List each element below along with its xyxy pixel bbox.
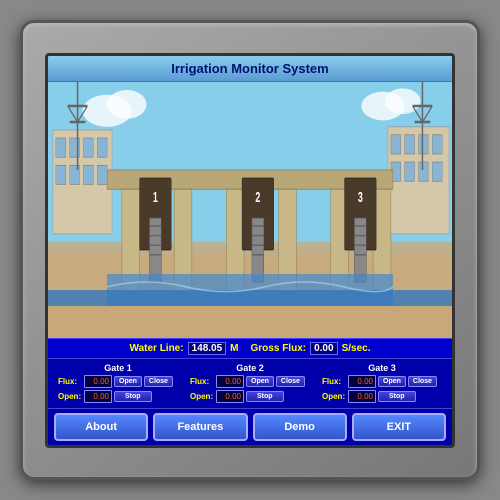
gate-2-panel: Gate 2 Flux: 0.00 Open Close Open: 0.00 … (190, 363, 310, 405)
gate-3-open-value: 0.00 (348, 390, 376, 403)
gate-2-open-row: Open: 0.00 Stop (190, 390, 284, 403)
gate-3-close-btn[interactable]: Close (408, 376, 437, 387)
gate-3-open-btn[interactable]: Open (378, 376, 406, 387)
svg-text:2: 2 (255, 188, 260, 205)
gate-3-title: Gate 3 (322, 363, 442, 373)
water-info-bar: Water Line: 148.05 M Gross Flux: 0.00 S/… (48, 338, 452, 358)
gate-2-open-btn[interactable]: Open (246, 376, 274, 387)
gate-2-flux-row: Flux: 0.00 Open Close (190, 375, 305, 388)
gate-1-title: Gate 1 (58, 363, 178, 373)
screen: Irrigation Monitor System (45, 53, 455, 448)
gross-flux-value: 0.00 (310, 342, 337, 355)
device-frame: Irrigation Monitor System (20, 20, 480, 480)
gross-flux-unit: S/sec. (342, 343, 371, 354)
gate-3-open-row: Open: 0.00 Stop (322, 390, 416, 403)
gate-3-flux-value: 0.00 (348, 375, 376, 388)
svg-text:1: 1 (153, 188, 158, 205)
gate-1-close-btn[interactable]: Close (144, 376, 173, 387)
about-button[interactable]: About (54, 413, 148, 441)
gate-1-open-btn[interactable]: Open (114, 376, 142, 387)
gate-2-close-btn[interactable]: Close (276, 376, 305, 387)
gate-2-stop-btn[interactable]: Stop (246, 391, 284, 402)
gate-2-title: Gate 2 (190, 363, 310, 373)
gate-1-open-label: Open: (58, 392, 82, 401)
gate-3-stop-btn[interactable]: Stop (378, 391, 416, 402)
gate-1-flux-value: 0.00 (84, 375, 112, 388)
app-title: Irrigation Monitor System (171, 61, 328, 76)
water-line-unit: M (230, 343, 238, 354)
gate-2-flux-value: 0.00 (216, 375, 244, 388)
gate-1-flux-row: Flux: 0.00 Open Close (58, 375, 173, 388)
gate-2-open-value: 0.00 (216, 390, 244, 403)
water-line-value: 148.05 (188, 342, 227, 355)
gate-3-panel: Gate 3 Flux: 0.00 Open Close Open: 0.00 … (322, 363, 442, 405)
water-line-label: Water Line: (130, 343, 184, 354)
gate-2-open-label: Open: (190, 392, 214, 401)
illustration-area: 1 2 3 (48, 82, 452, 338)
features-button[interactable]: Features (153, 413, 247, 441)
svg-text:3: 3 (358, 188, 363, 205)
gate-2-flux-label: Flux: (190, 377, 214, 386)
gate-3-flux-label: Flux: (322, 377, 346, 386)
dam-illustration: 1 2 3 (48, 82, 452, 338)
gate-1-flux-label: Flux: (58, 377, 82, 386)
gate-1-open-value: 0.00 (84, 390, 112, 403)
gross-flux-label: Gross Flux: (251, 343, 307, 354)
screen-title: Irrigation Monitor System (48, 56, 452, 82)
gate-1-panel: Gate 1 Flux: 0.00 Open Close Open: 0.00 … (58, 363, 178, 405)
action-buttons-bar: About Features Demo EXIT (48, 408, 452, 445)
gate-3-flux-row: Flux: 0.00 Open Close (322, 375, 437, 388)
exit-button[interactable]: EXIT (352, 413, 446, 441)
gate-1-stop-btn[interactable]: Stop (114, 391, 152, 402)
gate-1-open-row: Open: 0.00 Stop (58, 390, 152, 403)
demo-button[interactable]: Demo (253, 413, 347, 441)
gates-area: Gate 1 Flux: 0.00 Open Close Open: 0.00 … (48, 358, 452, 408)
gate-3-open-label: Open: (322, 392, 346, 401)
